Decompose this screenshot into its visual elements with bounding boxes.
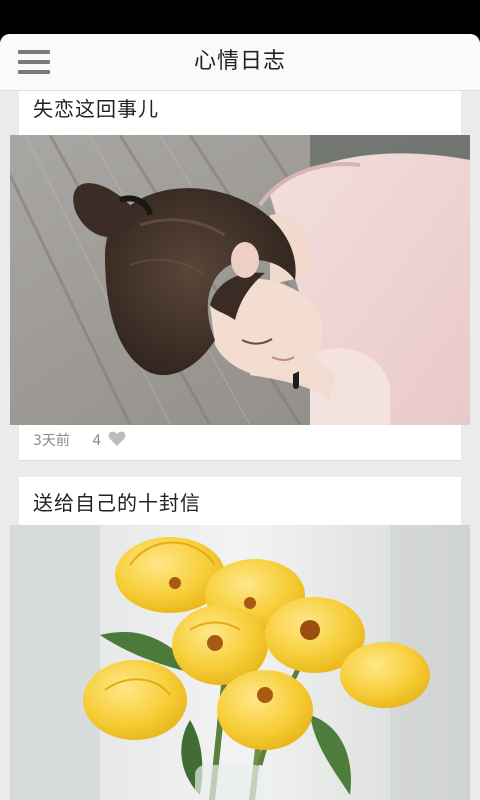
phone-screen: 心情日志 失恋这回事儿 3天前 4 送给自己的十封信 <box>0 0 480 800</box>
like-count-button[interactable]: 4 <box>92 425 126 457</box>
post-feed[interactable]: 失恋这回事儿 3天前 4 送给自己的十封信 <box>0 91 480 800</box>
post-card[interactable]: 送给自己的十封信 <box>10 477 470 800</box>
post-card[interactable]: 失恋这回事儿 3天前 4 <box>10 91 470 460</box>
girl-resting-head-photo <box>10 135 470 425</box>
post-meta: 3天前 4 <box>33 425 126 457</box>
yellow-tulips-photo <box>10 525 470 800</box>
post-time: 3天前 <box>33 433 70 449</box>
app-window: 心情日志 失恋这回事儿 3天前 4 送给自己的十封信 <box>0 34 480 800</box>
post-title[interactable]: 送给自己的十封信 <box>33 481 201 525</box>
post-title[interactable]: 失恋这回事儿 <box>33 91 159 131</box>
page-title: 心情日志 <box>193 49 286 74</box>
post-image-girl[interactable] <box>10 135 470 425</box>
heart-icon[interactable] <box>108 431 126 447</box>
post-image-tulips[interactable] <box>10 525 470 800</box>
like-count: 4 <box>92 433 102 449</box>
status-bar <box>0 0 480 34</box>
top-app-bar: 心情日志 <box>0 34 480 91</box>
